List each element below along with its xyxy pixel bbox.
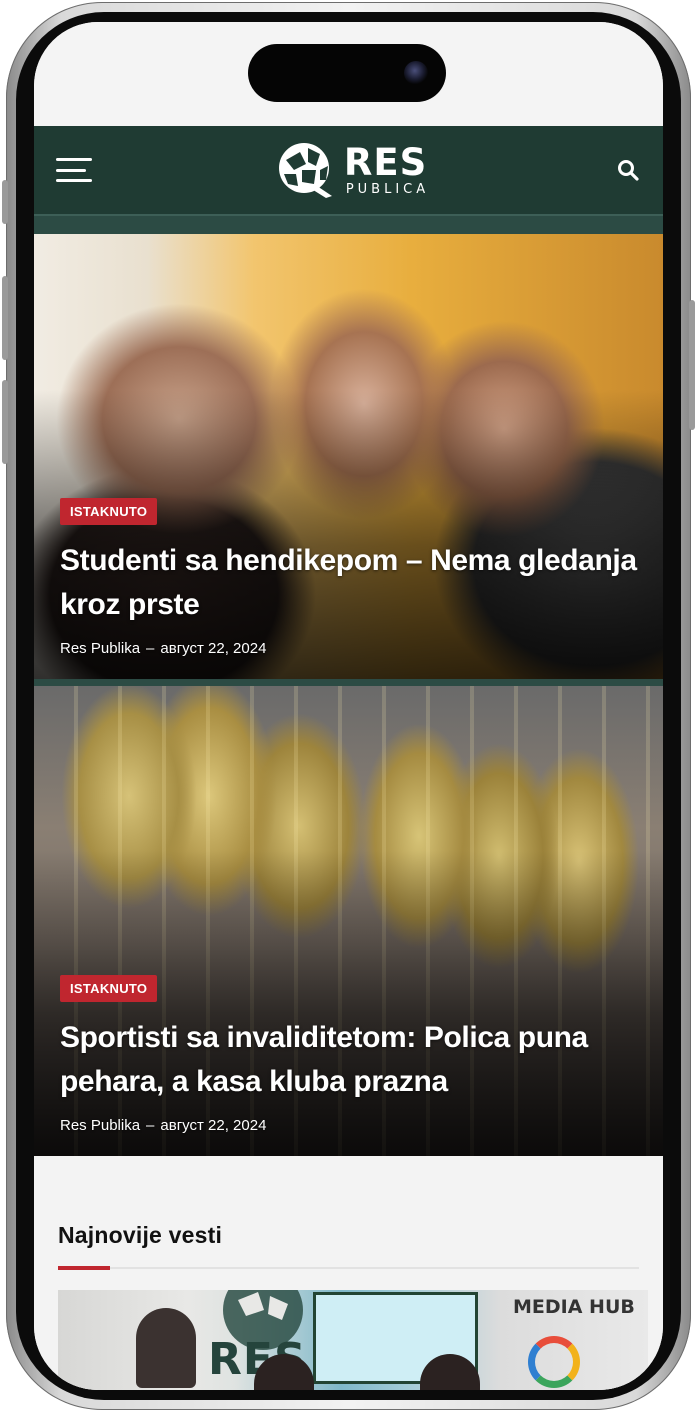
logo-res-text: RES (343, 141, 428, 184)
power-button (689, 300, 695, 430)
article-title[interactable]: Studenti sa hendikepom – Nema gledanja k… (60, 539, 637, 626)
front-camera (404, 61, 428, 85)
media-hub-ring-icon (528, 1336, 580, 1388)
section-divider (58, 1267, 639, 1269)
featured-article-card[interactable]: ISTAKNUTO Studenti sa hendikepom – Nema … (34, 234, 663, 679)
person-figure (136, 1308, 196, 1388)
site-logo[interactable]: RES PUBLICA (276, 140, 429, 200)
hamburger-icon[interactable] (56, 158, 92, 182)
phone-screen: RES PUBLICA ISTAKNUTO Studenti sa hendik… (34, 22, 663, 1390)
action-button (2, 180, 8, 224)
latest-news-section: Najnovije vesti RES MEDIA HUB (34, 1156, 663, 1390)
logo-publica-text: PUBLICA (345, 182, 430, 197)
category-badge[interactable]: ISTAKNUTO (60, 498, 158, 525)
article-date: август 22, 2024 (160, 1117, 267, 1134)
category-badge[interactable]: ISTAKNUTO (60, 975, 158, 1002)
article-body: ISTAKNUTO Sportisti sa invaliditetom: Po… (60, 975, 637, 1134)
featured-article-card[interactable]: ISTAKNUTO Sportisti sa invaliditetom: Po… (34, 686, 663, 1156)
status-bar (34, 22, 663, 126)
section-heading: Najnovije vesti (58, 1222, 223, 1248)
article-meta: Res Publika – август 22, 2024 (60, 640, 267, 657)
site-header: RES PUBLICA (34, 126, 663, 214)
article-title[interactable]: Sportisti sa invaliditetom: Polica puna … (60, 1016, 637, 1103)
volume-up-button (2, 276, 8, 360)
dynamic-island (248, 44, 446, 102)
volume-down-button (2, 380, 8, 464)
article-date: август 22, 2024 (160, 640, 267, 657)
article-author[interactable]: Res Publika (60, 1117, 140, 1134)
media-hub-sign: MEDIA HUB (513, 1296, 635, 1318)
latest-article-image[interactable]: RES MEDIA HUB (58, 1290, 648, 1390)
article-body: ISTAKNUTO Studenti sa hendikepom – Nema … (60, 498, 637, 657)
res-publica-logo-icon (278, 143, 332, 198)
section-accent (58, 1266, 110, 1270)
article-meta: Res Publika – август 22, 2024 (60, 1117, 267, 1134)
card-separator (34, 679, 663, 686)
search-icon[interactable] (613, 155, 643, 185)
header-divider (34, 214, 663, 234)
article-author[interactable]: Res Publika (60, 640, 140, 657)
